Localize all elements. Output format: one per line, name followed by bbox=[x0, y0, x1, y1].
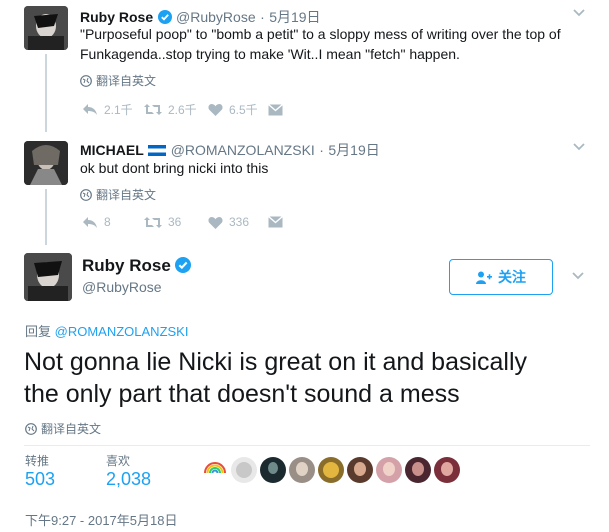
flag-icon bbox=[148, 145, 167, 156]
tweet-timestamp[interactable]: 下午9:27 - 2017年5月18日 bbox=[25, 510, 177, 529]
separator-dot: · bbox=[260, 9, 265, 25]
liker-avatar[interactable] bbox=[231, 457, 257, 483]
user-handle[interactable]: @ROMANZOLANZSKI bbox=[171, 142, 315, 158]
user-name[interactable]: Ruby Rose bbox=[82, 256, 171, 275]
thread-line bbox=[45, 54, 47, 132]
translate-link[interactable]: 翻译自英文 bbox=[80, 186, 156, 203]
avatar[interactable] bbox=[24, 253, 72, 301]
like-button[interactable]: 6.5千 bbox=[208, 101, 268, 118]
reply-icon bbox=[83, 216, 97, 228]
globe-icon bbox=[80, 188, 92, 201]
avatar[interactable] bbox=[24, 6, 68, 50]
liker-avatar[interactable] bbox=[260, 457, 286, 483]
like-stat[interactable]: 喜欢 2,038 bbox=[106, 452, 151, 490]
user-name[interactable]: MICHAEL bbox=[80, 142, 144, 158]
follow-button[interactable]: 关注 bbox=[449, 259, 553, 295]
liker-avatar[interactable] bbox=[434, 457, 460, 483]
tweet-date[interactable]: 5月19日 bbox=[269, 9, 320, 25]
add-user-icon bbox=[476, 271, 492, 284]
retweet-icon bbox=[144, 104, 162, 115]
tweet-actions: 8 36 336 bbox=[82, 215, 328, 229]
reply-button[interactable]: 8 bbox=[82, 215, 142, 229]
reply-button[interactable]: 2.1千 bbox=[82, 101, 142, 118]
verified-icon bbox=[157, 10, 172, 24]
liker-avatar[interactable] bbox=[202, 457, 228, 483]
message-button[interactable] bbox=[268, 103, 328, 116]
retweet-button[interactable]: 36 bbox=[144, 215, 204, 229]
user-name[interactable]: Ruby Rose bbox=[80, 9, 153, 25]
tweet-date[interactable]: 5月19日 bbox=[328, 142, 379, 158]
tweet-actions: 2.1千 2.6千 6.5千 bbox=[82, 101, 328, 118]
translate-link[interactable]: 翻译自英文 bbox=[80, 72, 156, 89]
reply-prefix: 回复 bbox=[25, 324, 52, 339]
divider bbox=[24, 445, 590, 446]
verified-icon bbox=[175, 257, 192, 273]
avatar[interactable] bbox=[24, 141, 68, 185]
user-handle[interactable]: @RubyRose bbox=[82, 279, 162, 295]
liker-avatar[interactable] bbox=[318, 457, 344, 483]
main-tweet-text: Not gonna lie Nicki is great on it and b… bbox=[24, 348, 528, 408]
reply-icon bbox=[83, 104, 97, 115]
heart-icon bbox=[208, 216, 223, 229]
separator-dot: · bbox=[319, 142, 324, 158]
like-button[interactable]: 336 bbox=[208, 215, 268, 229]
liker-avatar[interactable] bbox=[289, 457, 315, 483]
tweet-text: ok but dont bring nicki into this bbox=[80, 160, 269, 176]
heart-icon bbox=[208, 104, 223, 116]
tweet-header: MICHAEL @ROMANZOLANZSKI · 5月19日 bbox=[80, 140, 380, 160]
main-tweet-header: Ruby Rose bbox=[82, 256, 192, 276]
envelope-icon bbox=[268, 216, 283, 228]
thread-line bbox=[45, 189, 47, 245]
tweet-text: "Purposeful poop" to "bomb a petit" to a… bbox=[80, 26, 561, 62]
retweet-stat[interactable]: 转推 503 bbox=[25, 452, 55, 490]
message-button[interactable] bbox=[268, 216, 328, 228]
globe-icon bbox=[80, 74, 92, 87]
envelope-icon bbox=[268, 103, 283, 115]
chevron-down-icon[interactable] bbox=[572, 272, 584, 280]
liker-avatar[interactable] bbox=[347, 457, 373, 483]
retweet-button[interactable]: 2.6千 bbox=[144, 101, 204, 118]
translate-link[interactable]: 翻译自英文 bbox=[25, 420, 101, 437]
liker-avatar[interactable] bbox=[376, 457, 402, 483]
user-handle[interactable]: @RubyRose bbox=[176, 9, 256, 25]
chevron-down-icon[interactable] bbox=[573, 143, 585, 151]
reply-to-link[interactable]: @ROMANZOLANZSKI bbox=[55, 324, 189, 339]
liker-avatar[interactable] bbox=[405, 457, 431, 483]
retweet-icon bbox=[144, 216, 162, 228]
reply-context: 回复 @ROMANZOLANZSKI bbox=[25, 321, 188, 340]
globe-icon bbox=[25, 422, 37, 435]
chevron-down-icon[interactable] bbox=[573, 9, 585, 17]
